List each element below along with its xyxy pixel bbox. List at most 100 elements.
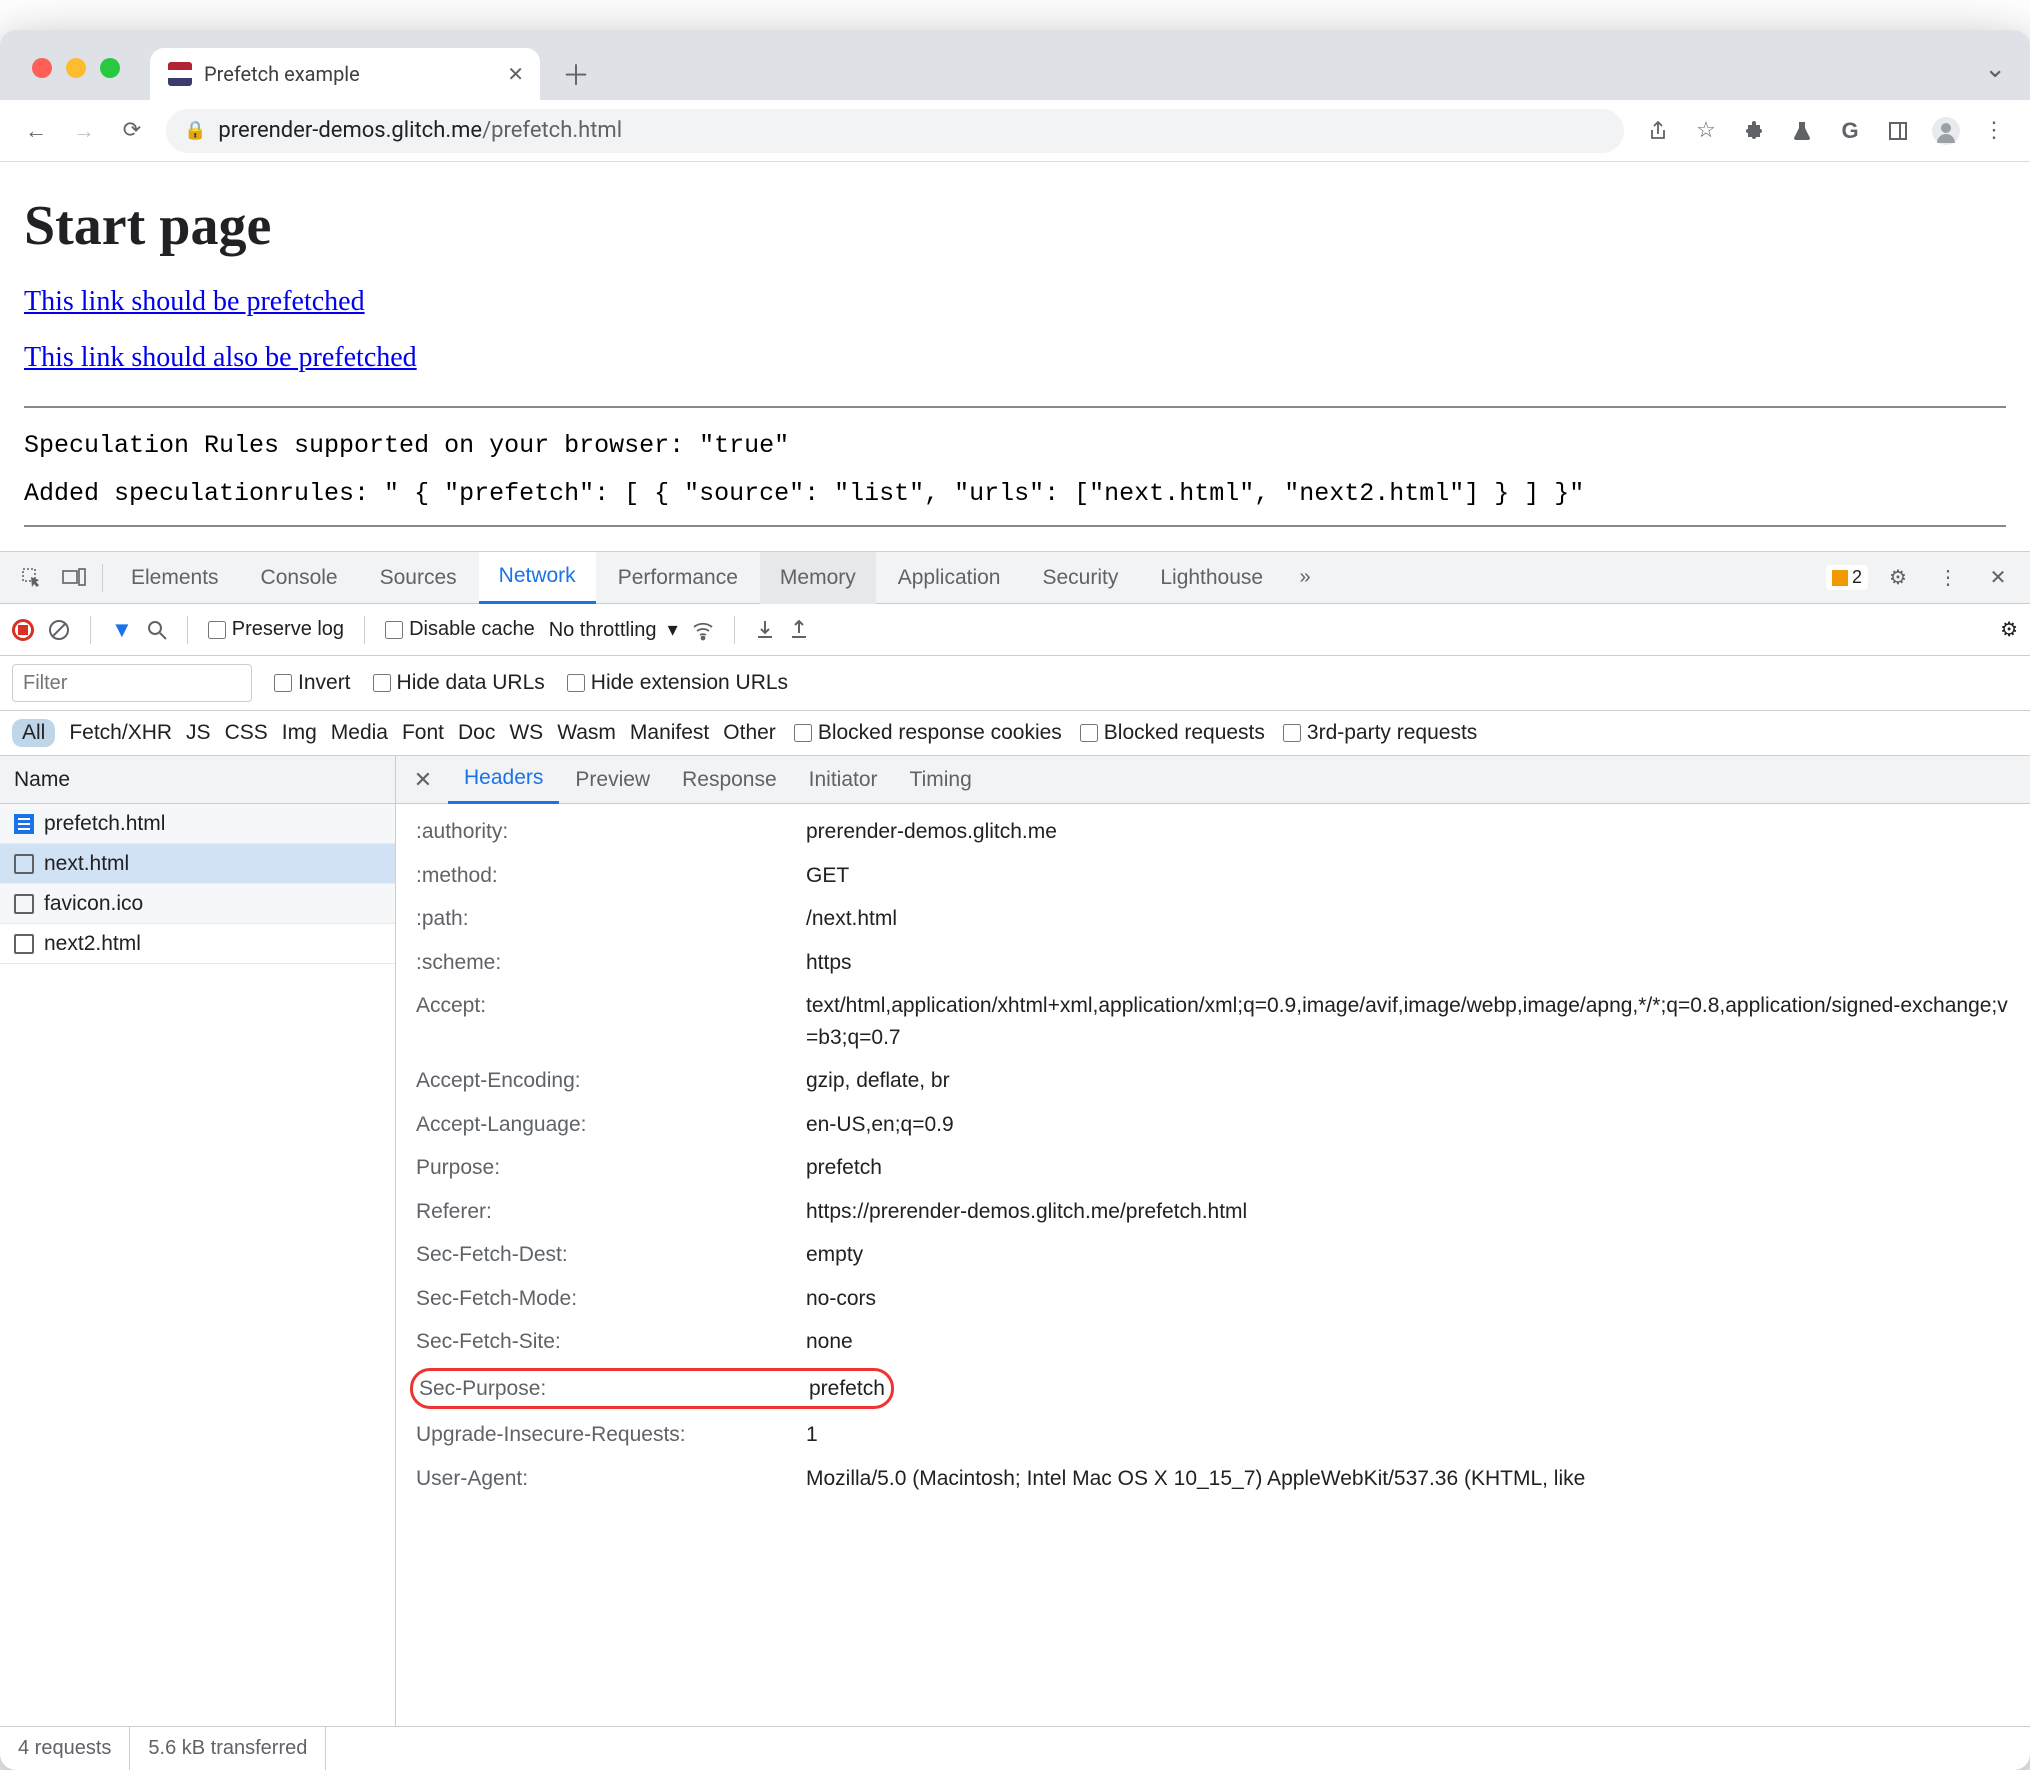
type-filter-css[interactable]: CSS xyxy=(225,721,268,745)
separator xyxy=(102,564,103,592)
type-filter-fetch-xhr[interactable]: Fetch/XHR xyxy=(69,721,172,745)
lock-icon[interactable]: 🔒 xyxy=(184,120,206,141)
type-filter-all[interactable]: All xyxy=(12,719,55,747)
type-filter-wasm[interactable]: Wasm xyxy=(557,721,616,745)
menu-icon[interactable]: ⋮ xyxy=(1972,109,2016,153)
blocked-cookies-checkbox[interactable]: Blocked response cookies xyxy=(794,721,1062,745)
request-name: favicon.ico xyxy=(44,892,143,916)
hide-extension-urls-checkbox[interactable]: Hide extension URLs xyxy=(567,671,788,695)
request-name: next.html xyxy=(44,852,129,876)
devtools-tab-elements[interactable]: Elements xyxy=(111,552,239,604)
type-filter-ws[interactable]: WS xyxy=(509,721,543,745)
devtools-tab-sources[interactable]: Sources xyxy=(360,552,477,604)
prefetch-link-2[interactable]: This link should also be prefetched xyxy=(24,342,417,374)
file-icon xyxy=(14,934,34,954)
filter-input[interactable] xyxy=(12,664,252,702)
sidepanel-icon[interactable] xyxy=(1876,109,1920,153)
header-value: https://prerender-demos.glitch.me/prefet… xyxy=(806,1196,2010,1228)
browser-window: Prefetch example ✕ ＋ ⌄ ← → ⟳ 🔒 prerender… xyxy=(0,30,2030,1770)
prefetch-link-1[interactable]: This link should be prefetched xyxy=(24,286,365,318)
detail-tab-headers[interactable]: Headers xyxy=(448,756,559,804)
close-tab-icon[interactable]: ✕ xyxy=(507,62,524,86)
google-icon[interactable]: G xyxy=(1828,109,1872,153)
type-filter-font[interactable]: Font xyxy=(402,721,444,745)
settings-icon[interactable]: ⚙ xyxy=(1878,558,1918,598)
device-icon[interactable] xyxy=(54,558,94,598)
disable-cache-checkbox[interactable]: Disable cache xyxy=(385,618,535,641)
type-filter-media[interactable]: Media xyxy=(331,721,388,745)
preserve-log-checkbox[interactable]: Preserve log xyxy=(208,618,344,641)
close-window-button[interactable] xyxy=(32,58,52,78)
header-value: prefetch xyxy=(809,1373,885,1405)
status-transferred: 5.6 kB transferred xyxy=(130,1727,326,1770)
maximize-window-button[interactable] xyxy=(100,58,120,78)
request-row[interactable]: prefetch.html xyxy=(0,804,395,844)
devtools-tab-security[interactable]: Security xyxy=(1022,552,1138,604)
more-tabs-icon[interactable]: » xyxy=(1285,558,1325,598)
request-row[interactable]: next2.html xyxy=(0,924,395,964)
header-key: Upgrade-Insecure-Requests: xyxy=(416,1419,806,1451)
favicon xyxy=(168,62,192,86)
hide-data-urls-checkbox[interactable]: Hide data URLs xyxy=(373,671,545,695)
browser-tab[interactable]: Prefetch example ✕ xyxy=(150,48,540,100)
detail-tab-response[interactable]: Response xyxy=(666,756,793,804)
profile-icon[interactable] xyxy=(1924,109,1968,153)
record-button[interactable] xyxy=(12,619,34,641)
warnings-chip[interactable]: 2 xyxy=(1826,565,1868,590)
bookmark-icon[interactable]: ☆ xyxy=(1684,109,1728,153)
type-filter-other[interactable]: Other xyxy=(723,721,776,745)
header-key: Accept: xyxy=(416,990,806,1053)
close-devtools-icon[interactable]: ✕ xyxy=(1978,558,2018,598)
devtools-tab-console[interactable]: Console xyxy=(241,552,358,604)
devtools-tab-application[interactable]: Application xyxy=(878,552,1021,604)
type-filter-doc[interactable]: Doc xyxy=(458,721,495,745)
blocked-requests-checkbox[interactable]: Blocked requests xyxy=(1080,721,1265,745)
clear-icon[interactable] xyxy=(48,619,70,641)
close-detail-icon[interactable]: ✕ xyxy=(406,767,440,793)
devtools-tab-memory[interactable]: Memory xyxy=(760,552,876,604)
type-filter-js[interactable]: JS xyxy=(186,721,211,745)
devtools-tab-network[interactable]: Network xyxy=(479,552,596,604)
extensions-icon[interactable] xyxy=(1732,109,1776,153)
devtools-tab-lighthouse[interactable]: Lighthouse xyxy=(1140,552,1283,604)
labs-icon[interactable] xyxy=(1780,109,1824,153)
network-conditions-icon[interactable] xyxy=(692,619,714,641)
name-column-header[interactable]: Name xyxy=(0,756,396,803)
tabs-dropdown-icon[interactable]: ⌄ xyxy=(1984,54,2006,84)
import-har-icon[interactable] xyxy=(789,619,809,641)
third-party-checkbox[interactable]: 3rd-party requests xyxy=(1283,721,1477,745)
share-icon[interactable] xyxy=(1636,109,1680,153)
type-filter-manifest[interactable]: Manifest xyxy=(630,721,709,745)
request-row[interactable]: favicon.ico xyxy=(0,884,395,924)
header-value: text/html,application/xhtml+xml,applicat… xyxy=(806,990,2010,1053)
detail-tab-preview[interactable]: Preview xyxy=(559,756,666,804)
invert-checkbox[interactable]: Invert xyxy=(274,671,351,695)
minimize-window-button[interactable] xyxy=(66,58,86,78)
header-key: Accept-Language: xyxy=(416,1109,806,1141)
search-icon[interactable] xyxy=(147,620,167,640)
back-button[interactable]: ← xyxy=(14,109,58,153)
header-row: Referer:https://prerender-demos.glitch.m… xyxy=(396,1190,2030,1234)
devtools-tab-performance[interactable]: Performance xyxy=(598,552,758,604)
warning-icon xyxy=(1832,570,1848,586)
reload-button[interactable]: ⟳ xyxy=(110,109,154,153)
new-tab-button[interactable]: ＋ xyxy=(554,52,598,96)
throttling-select[interactable]: No throttling ▾ xyxy=(549,617,678,642)
header-value: en-US,en;q=0.9 xyxy=(806,1109,2010,1141)
header-row: Sec-Fetch-Site:none xyxy=(396,1320,2030,1364)
header-row: :path:/next.html xyxy=(396,897,2030,941)
network-settings-icon[interactable]: ⚙ xyxy=(2000,617,2018,642)
tab-title: Prefetch example xyxy=(204,62,495,86)
devtools-menu-icon[interactable]: ⋮ xyxy=(1928,558,1968,598)
forward-button[interactable]: → xyxy=(62,109,106,153)
address-bar[interactable]: 🔒 prerender-demos.glitch.me/prefetch.htm… xyxy=(166,109,1624,153)
request-row[interactable]: next.html xyxy=(0,844,395,884)
export-har-icon[interactable] xyxy=(755,619,775,641)
detail-tab-initiator[interactable]: Initiator xyxy=(793,756,894,804)
filter-icon[interactable]: ▼ xyxy=(111,617,133,643)
detail-tab-timing[interactable]: Timing xyxy=(894,756,988,804)
header-key: :path: xyxy=(416,903,806,935)
inspect-icon[interactable] xyxy=(12,558,52,598)
page-content: Start page This link should be prefetche… xyxy=(0,162,2030,551)
type-filter-img[interactable]: Img xyxy=(282,721,317,745)
